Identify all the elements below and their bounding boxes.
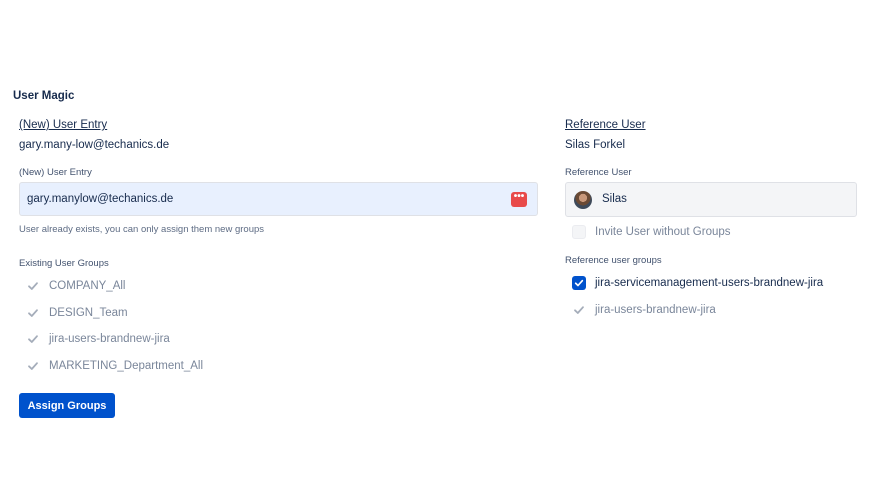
existing-group-item[interactable]: COMPANY_All [26, 277, 125, 295]
new-user-field-label: (New) User Entry [19, 167, 92, 178]
checkbox-icon [572, 225, 586, 239]
page-title: User Magic [13, 90, 75, 102]
assign-groups-button[interactable]: Assign Groups [19, 393, 115, 418]
reference-user-heading: Reference User [565, 119, 646, 131]
existing-groups-label: Existing User Groups [19, 258, 109, 269]
existing-group-item[interactable]: jira-users-brandnew-jira [26, 330, 170, 348]
invite-without-groups-checkbox[interactable]: Invite User without Groups [572, 223, 731, 241]
group-label: jira-servicemanagement-users-brandnew-ji… [595, 277, 824, 289]
avatar [574, 191, 592, 209]
group-label: jira-users-brandnew-jira [595, 304, 716, 316]
checkmark-icon [26, 306, 40, 320]
checkmark-icon [26, 359, 40, 373]
existing-group-item[interactable]: MARKETING_Department_All [26, 357, 203, 375]
group-label: COMPANY_All [49, 280, 126, 292]
group-label: jira-users-brandnew-jira [49, 333, 170, 345]
group-label: MARKETING_Department_All [49, 360, 204, 372]
reference-groups-label: Reference user groups [565, 255, 662, 266]
reference-group-item[interactable]: jira-servicemanagement-users-brandnew-ji… [572, 274, 823, 292]
checkmark-icon [572, 303, 586, 317]
reference-user-field-label: Reference User [565, 167, 632, 178]
invite-without-groups-label: Invite User without Groups [595, 226, 731, 238]
new-user-input[interactable] [27, 191, 497, 207]
reference-user-value: Silas Forkel [565, 139, 626, 151]
reference-user-select[interactable]: Silas [565, 182, 857, 217]
password-manager-icon[interactable]: ••• [511, 192, 527, 207]
checkmark-icon [26, 279, 40, 293]
helper-text: User already exists, you can only assign… [19, 224, 265, 235]
checkmark-icon [26, 332, 40, 346]
checkbox-checked-icon [572, 276, 586, 290]
new-user-input-wrapper: ••• [19, 182, 538, 216]
new-user-heading: (New) User Entry [19, 119, 108, 131]
group-label: DESIGN_Team [49, 307, 128, 319]
reference-group-item[interactable]: jira-users-brandnew-jira [572, 301, 716, 319]
new-user-value: gary.many-low@techanics.de [19, 139, 170, 151]
reference-user-selected: Silas [602, 193, 627, 205]
existing-group-item[interactable]: DESIGN_Team [26, 304, 128, 322]
